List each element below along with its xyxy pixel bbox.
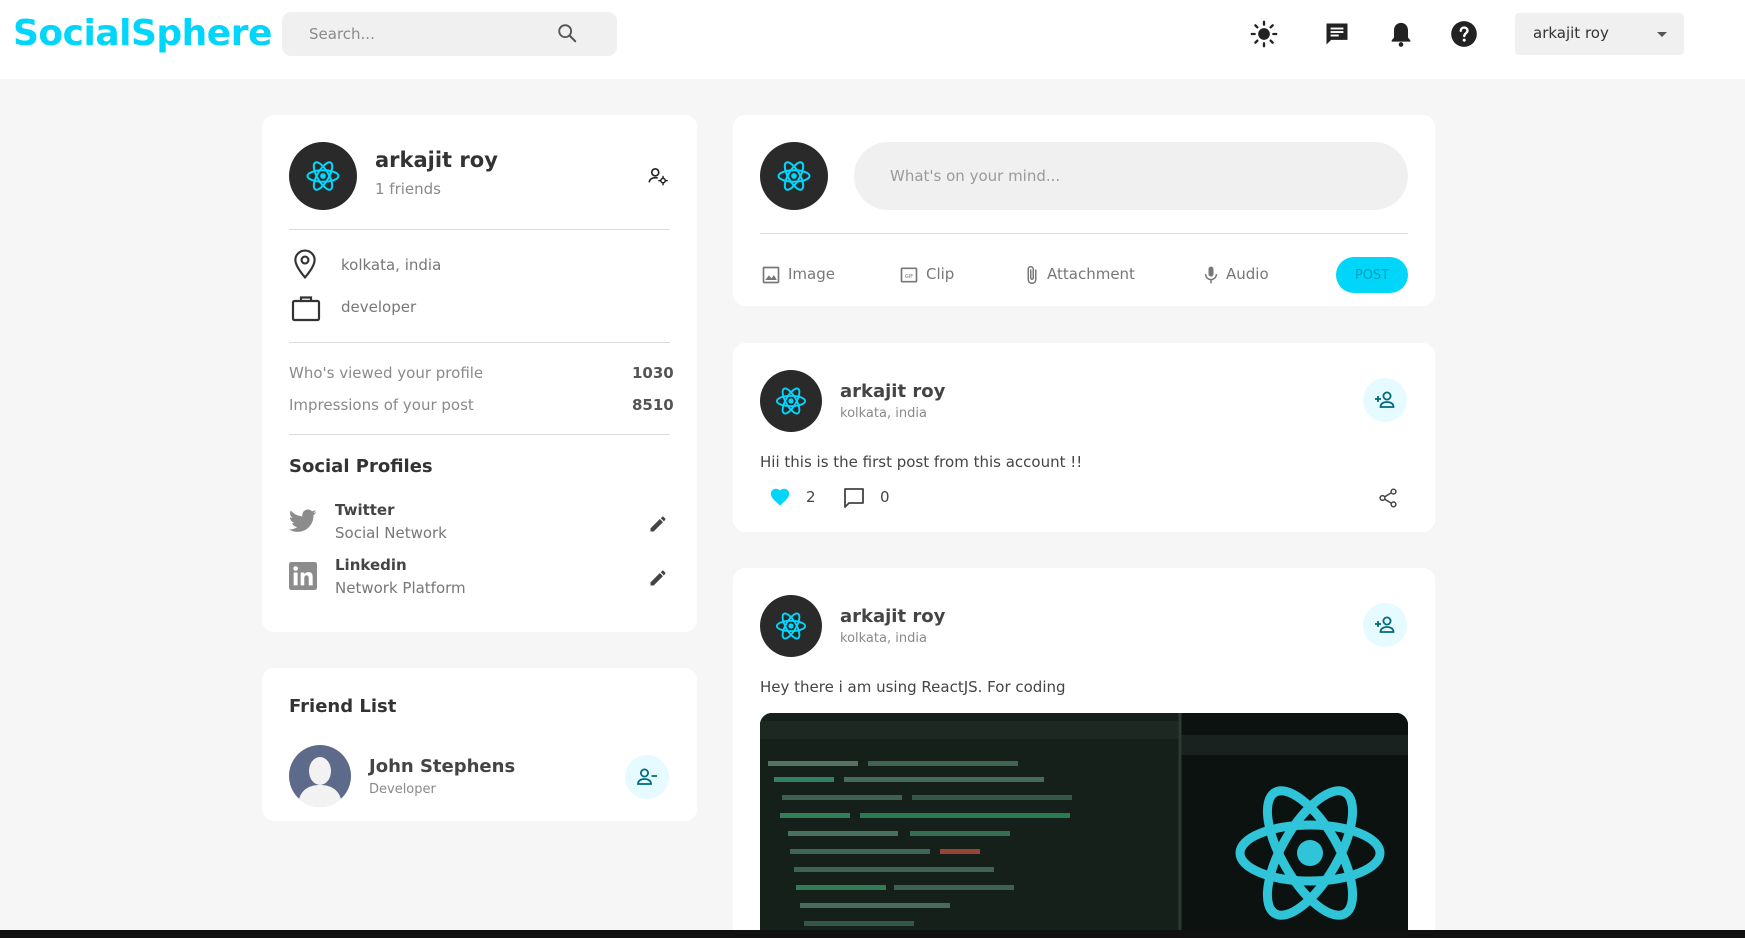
social-name[interactable]: Twitter [335,501,395,519]
search-input[interactable] [309,12,559,56]
light-mode-icon[interactable] [1250,20,1278,48]
svg-text:GIF: GIF [905,274,913,280]
remove-friend-button[interactable] [625,755,669,799]
action-label: Clip [926,265,955,283]
post-author[interactable]: arkajit roy [840,606,945,627]
twitter-icon [289,509,317,532]
post-image[interactable] [760,713,1408,938]
social-name[interactable]: Linkedin [335,556,407,574]
add-friend-button[interactable] [1363,603,1407,647]
post-text: Hii this is the first post from this acc… [760,453,1083,471]
edit-icon[interactable] [648,514,668,534]
attachment-action[interactable]: Attachment [1022,262,1142,286]
profile-occupation: developer [341,298,417,316]
person-remove-icon [637,768,657,785]
attachment-icon [1027,265,1037,285]
edit-icon[interactable] [648,568,668,588]
heart-icon[interactable] [769,486,791,508]
taskbar-strip [0,930,1745,938]
post-location: kolkata, india [840,406,927,421]
user-select[interactable]: arkajit roy [1515,13,1684,55]
social-profiles-title: Social Profiles [289,456,433,477]
profile-name[interactable]: arkajit roy [375,148,498,172]
search-icon[interactable] [556,22,578,44]
post-location: kolkata, india [840,631,927,646]
person-add-icon [1375,391,1395,408]
linkedin-icon [289,562,317,590]
profile-friends-count: 1 friends [375,180,441,198]
avatar[interactable] [760,595,822,657]
avatar[interactable] [760,142,828,210]
image-action[interactable]: Image [761,262,846,286]
stat-label: Impressions of your post [289,396,474,414]
social-type: Network Platform [335,579,466,597]
message-icon[interactable] [1323,20,1351,48]
action-label: Attachment [1047,265,1135,283]
person-add-icon [1375,616,1395,633]
work-icon [291,296,321,322]
friend-occupation: Developer [369,782,436,797]
friend-list-title: Friend List [289,696,397,717]
post-text: Hey there i am using ReactJS. For coding [760,678,1066,696]
clip-action[interactable]: GIF Clip [899,262,959,286]
user-select-label: arkajit roy [1533,24,1609,42]
like-count: 2 [806,488,816,506]
logo[interactable]: SocialSphere [13,13,272,54]
divider [289,342,670,343]
post-button[interactable]: POST [1336,257,1408,293]
manage-accounts-icon[interactable] [647,165,669,187]
post-author[interactable]: arkajit roy [840,381,945,402]
social-type: Social Network [335,524,447,542]
divider [289,229,670,230]
action-label: Audio [1226,265,1269,283]
friend-name[interactable]: John Stephens [369,756,515,777]
friend-avatar[interactable] [289,745,351,807]
comment-icon[interactable] [842,486,866,510]
post-input[interactable] [854,142,1408,210]
notification-icon[interactable] [1387,20,1415,48]
action-label: Image [788,265,835,283]
profile-location: kolkata, india [341,256,442,274]
location-icon [294,249,316,279]
comment-count: 0 [880,488,890,506]
help-icon[interactable] [1450,20,1478,48]
audio-action[interactable]: Audio [1201,262,1271,286]
divider [760,233,1408,234]
divider [289,434,670,435]
share-icon[interactable] [1377,487,1399,509]
stat-value: 1030 [632,364,674,382]
gif-box-icon: GIF [900,267,918,283]
mic-icon [1204,266,1218,284]
code-screenshot-image [760,713,1408,938]
stat-label: Who's viewed your profile [289,364,484,382]
avatar[interactable] [289,142,357,210]
add-friend-button[interactable] [1363,378,1407,422]
chevron-down-icon [1657,32,1667,37]
stat-value: 8510 [632,396,674,414]
post-card [733,343,1435,532]
avatar[interactable] [760,370,822,432]
image-icon [762,266,780,284]
navbar: SocialSphere arkajit roy [0,0,1745,79]
